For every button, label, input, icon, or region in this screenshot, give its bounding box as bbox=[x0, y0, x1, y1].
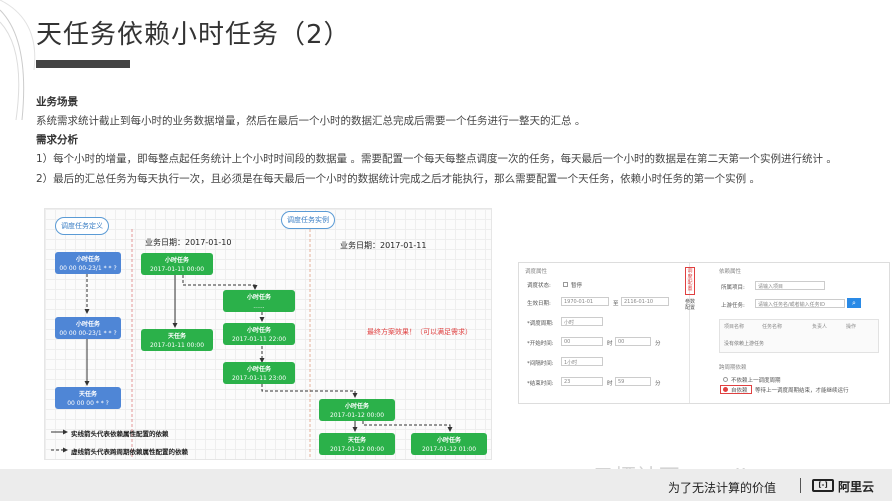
analysis-point-1: 1）每个小时的增量，即每整点起任务统计上个小时时间段的数据量 。需要配置一个每天… bbox=[36, 153, 837, 165]
inst-node-hourly-0112-0000: 小时任务 2017-01-12 00:00 bbox=[319, 399, 395, 421]
slogan: 为了无法计算的价值 bbox=[668, 481, 777, 495]
section-analysis-heading: 需求分析 bbox=[36, 134, 78, 146]
inst-node-sub: 2017-01-11 00:00 bbox=[149, 266, 205, 273]
end-minute-unit: 分 bbox=[655, 381, 661, 387]
upstream-input[interactable]: 请输入任务名/或者输入任务ID bbox=[755, 299, 845, 308]
effective-to-sep: 至 bbox=[613, 301, 619, 307]
effective-from-input[interactable]: 1970-01-01 bbox=[561, 297, 609, 306]
cycle-select[interactable]: 小时 bbox=[561, 317, 603, 326]
effective-label: 生效日期: bbox=[527, 301, 551, 307]
end-minute-select[interactable]: 59 bbox=[615, 377, 651, 386]
inst-node-title: 小时任务 bbox=[246, 366, 271, 373]
start-hour-unit: 时 bbox=[607, 341, 613, 347]
def-node-title: 天任务 bbox=[78, 391, 97, 398]
footer: 为了无法计算的价值 [-] 阿里云 bbox=[0, 469, 892, 501]
section-dependencies: 依赖属性 bbox=[719, 269, 742, 275]
aliyun-logo-icon: [-] bbox=[812, 479, 834, 492]
def-node-title: 小时任务 bbox=[75, 256, 100, 263]
start-minute-unit: 分 bbox=[655, 341, 661, 347]
tab-schedule-config[interactable]: 调度配置 bbox=[685, 267, 695, 295]
tab-param-config[interactable]: 参数配置 bbox=[685, 299, 695, 327]
section-cross-cycle: 跨周期依赖 bbox=[719, 365, 747, 371]
inst-node-daily-0112: 天任务 2017-01-12 00:00 bbox=[319, 433, 395, 455]
cross-option-1: 不依赖上一调度周期 bbox=[731, 378, 781, 384]
start-label: *开始时间: bbox=[527, 341, 554, 347]
inst-node-hourly-0111-2300: 小时任务 2017-01-11 23:00 bbox=[223, 362, 295, 384]
empty-message: 没有依赖上游任务 bbox=[724, 341, 765, 347]
inst-node-hourly-0111-2200: 小时任务 2017-01-11 22:00 bbox=[223, 323, 295, 345]
biz-date-1: 业务日期：2017-01-10 bbox=[145, 238, 232, 247]
upstream-label: 上游任务: bbox=[721, 303, 745, 309]
start-minute-select[interactable]: 00 bbox=[615, 337, 651, 346]
inst-node-sub: 2017-01-12 00:00 bbox=[329, 446, 385, 453]
inst-node-sub: ...... bbox=[253, 303, 265, 310]
analysis-point-2: 2）最后的汇总任务为每天执行一次，且必须是在每天最后一个小时的数据统计完成之后才… bbox=[36, 173, 761, 185]
scene-text: 系统需求统计截止到每小时的业务数据增量，然后在最后一个小时的数据汇总完成后需要一… bbox=[36, 115, 586, 127]
th-project: 项目名称 bbox=[724, 324, 745, 330]
cycle-label: *调度周期: bbox=[527, 321, 554, 327]
inst-node-sub: 2017-01-11 22:00 bbox=[231, 336, 287, 343]
footer-separator bbox=[800, 478, 801, 493]
section-scene-heading: 业务场景 bbox=[36, 96, 78, 108]
inst-node-sub: 2017-01-11 00:00 bbox=[149, 342, 205, 349]
def-node-sub: 00 00 00 * * ? bbox=[67, 400, 109, 407]
upstream-table: 项目名称 任务名称 负责人 操作 没有依赖上游任务 bbox=[719, 319, 879, 353]
search-icon: ⌕ bbox=[852, 299, 856, 307]
cross-option-2-radio[interactable] bbox=[723, 387, 728, 392]
def-node-title: 小时任务 bbox=[75, 321, 100, 328]
search-button[interactable]: ⌕ bbox=[847, 298, 861, 308]
effective-to-input[interactable]: 2116-01-10 bbox=[621, 297, 669, 306]
brand-name: 阿里云 bbox=[838, 480, 875, 494]
section-schedule: 调度属性 bbox=[525, 269, 548, 275]
end-hour-unit: 时 bbox=[607, 381, 613, 387]
inst-node-sub: 2017-01-11 23:00 bbox=[231, 375, 287, 382]
status-value: 暂停 bbox=[571, 283, 583, 289]
def-node-hourly-2: 小时任务 00 00 00-23/1 * * ? bbox=[55, 317, 121, 339]
th-owner: 负责人 bbox=[812, 324, 828, 330]
inst-node-sub: 2017-01-12 00:00 bbox=[329, 412, 385, 419]
inst-node-hourly-ellipsis: 小时任务 ...... bbox=[223, 290, 295, 312]
final-note: 最终方案效果！（可以满足需求） bbox=[367, 328, 472, 336]
def-node-daily: 天任务 00 00 00 * * ? bbox=[55, 387, 121, 409]
inst-node-title: 小时任务 bbox=[164, 257, 189, 264]
inst-node-hourly-0112-0100: 小时任务 2017-01-12 01:00 bbox=[411, 433, 487, 455]
inst-node-title: 小时任务 bbox=[246, 327, 271, 334]
th-task: 任务名称 bbox=[762, 324, 783, 330]
inst-node-hourly-0111-0000: 小时任务 2017-01-11 00:00 bbox=[141, 253, 213, 275]
config-screenshot: 调度属性 调度状态: 暂停 生效日期: 1970-01-01 至 2116-01… bbox=[518, 262, 890, 404]
interval-label: *间隔时间: bbox=[527, 361, 554, 367]
legend-dashed: 虚线箭头代表跨周期依赖属性配置的依赖 bbox=[71, 448, 188, 456]
inst-node-daily-0111: 天任务 2017-01-11 00:00 bbox=[141, 329, 213, 351]
th-action: 操作 bbox=[846, 324, 857, 330]
def-node-sub: 00 00 00-23/1 * * ? bbox=[59, 265, 117, 272]
inst-node-title: 小时任务 bbox=[436, 437, 461, 444]
start-hour-select[interactable]: 00 bbox=[561, 337, 603, 346]
inst-node-title: 天任务 bbox=[167, 333, 186, 340]
interval-select[interactable]: 1小时 bbox=[561, 357, 603, 366]
dependency-diagram: 调度任务定义 调度任务实例 业务日期：2017-01-10 业务日期：2017-… bbox=[44, 208, 492, 460]
cross-option-1-radio[interactable] bbox=[723, 377, 728, 382]
end-label: *结束时间: bbox=[527, 381, 554, 387]
biz-date-2: 业务日期：2017-01-11 bbox=[340, 241, 427, 250]
inst-node-title: 小时任务 bbox=[344, 403, 369, 410]
legend-solid: 实线箭头代表依赖属性配置的依赖 bbox=[71, 430, 169, 438]
project-input[interactable]: 请输入项目 bbox=[755, 281, 825, 290]
inst-node-sub: 2017-01-12 01:00 bbox=[421, 446, 477, 453]
inst-node-title: 天任务 bbox=[347, 437, 366, 444]
def-node-hourly-1: 小时任务 00 00 00-23/1 * * ? bbox=[55, 252, 121, 274]
cross-option-2-text: 等待上一调度周期结束，才能继续运行 bbox=[755, 388, 849, 394]
definition-label: 调度任务定义 bbox=[55, 217, 109, 235]
status-label: 调度状态: bbox=[527, 283, 551, 289]
project-label: 所属项目: bbox=[721, 285, 745, 291]
instance-label: 调度任务实例 bbox=[281, 211, 335, 229]
def-node-sub: 00 00 00-23/1 * * ? bbox=[59, 330, 117, 337]
title-underline bbox=[36, 60, 130, 68]
cross-option-2-label: 自依赖 bbox=[731, 388, 748, 394]
inst-node-title: 小时任务 bbox=[246, 294, 271, 301]
end-hour-select[interactable]: 23 bbox=[561, 377, 603, 386]
pause-checkbox[interactable] bbox=[563, 282, 568, 287]
page-title: 天任务依赖小时任务（2） bbox=[36, 20, 351, 50]
